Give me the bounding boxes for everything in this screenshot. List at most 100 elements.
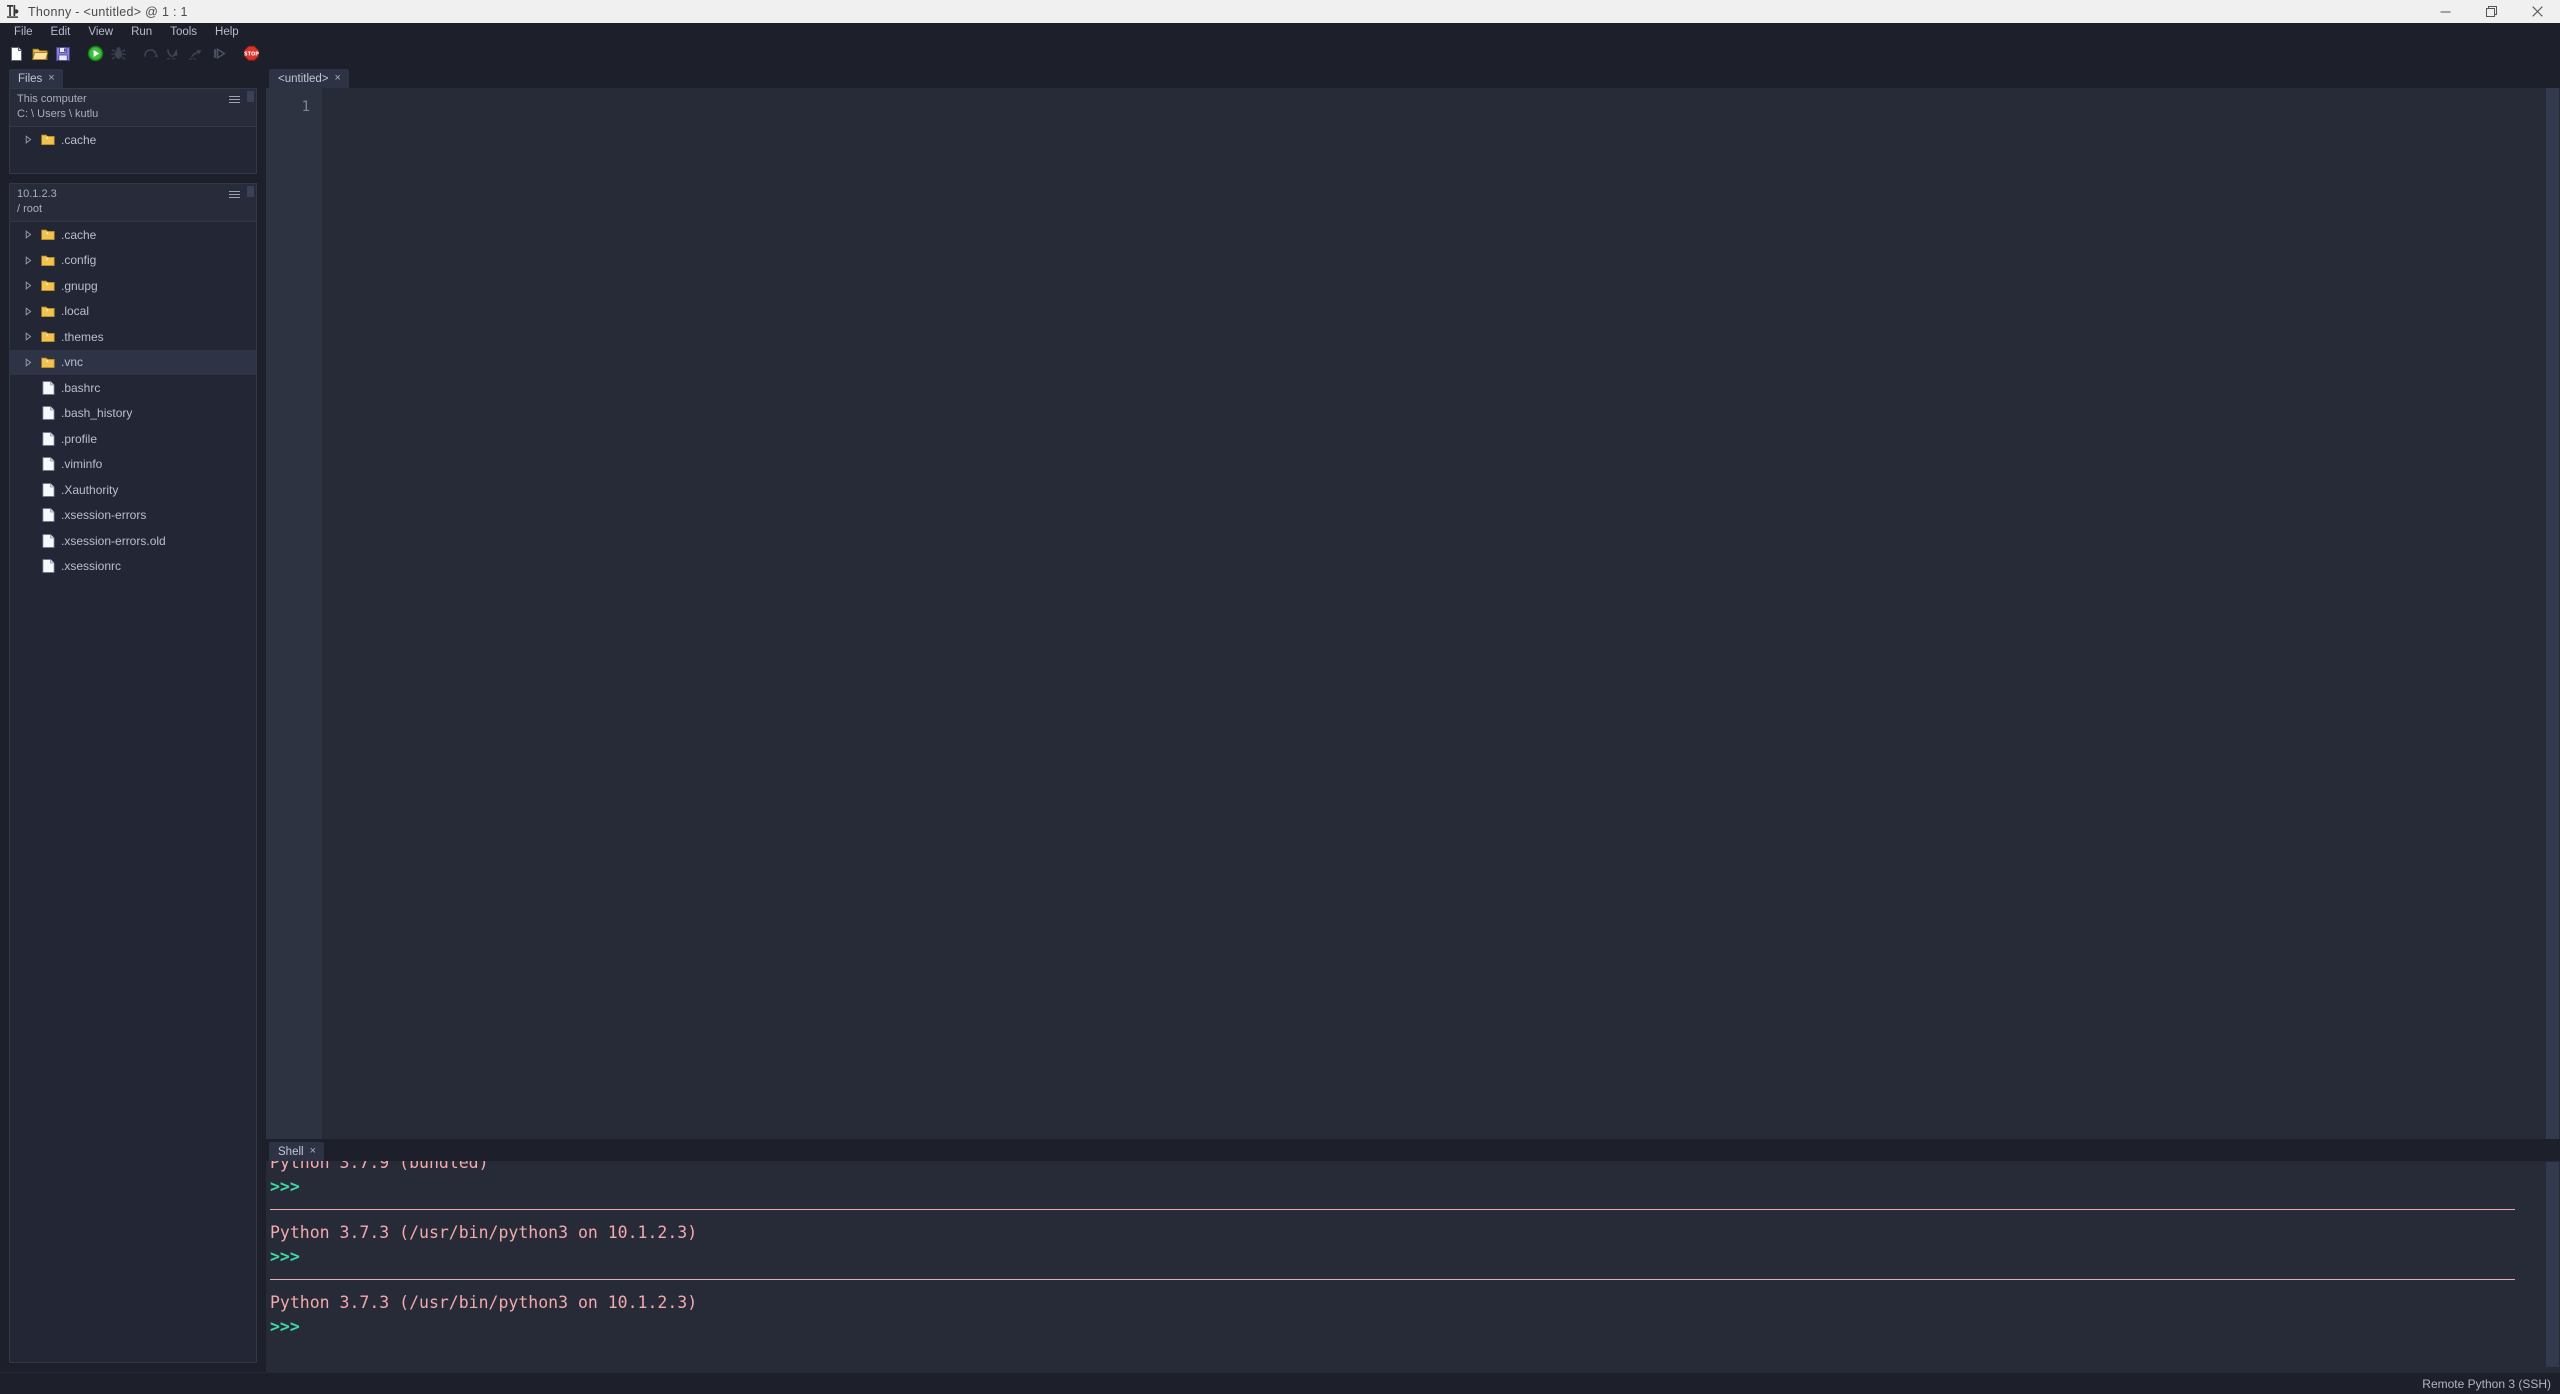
- shell-prompt[interactable]: >>>: [270, 1315, 2545, 1339]
- backend-status-label[interactable]: Remote Python 3 (SSH): [2422, 1377, 2551, 1391]
- new-file-button[interactable]: [6, 43, 28, 65]
- editor-tabstrip: <untitled> ×: [266, 66, 2560, 88]
- file-icon: [38, 457, 58, 472]
- shell-scrollbar-thumb[interactable]: [2546, 1162, 2559, 1367]
- tab-shell[interactable]: Shell ×: [269, 1142, 325, 1161]
- list-item[interactable]: .cache: [10, 127, 256, 153]
- bug-icon: [110, 45, 127, 62]
- list-item[interactable]: .bashrc: [10, 375, 256, 401]
- remote-files-header: 10.1.2.3 / root: [9, 183, 257, 222]
- maximize-restore-button[interactable]: [2468, 0, 2514, 23]
- save-file-button[interactable]: [52, 43, 74, 65]
- tab-shell-label: Shell: [278, 1145, 304, 1158]
- shell-vertical-scrollbar[interactable]: [2545, 1161, 2560, 1372]
- list-item[interactable]: .cache: [10, 222, 256, 248]
- step-out-arrow-icon: [188, 45, 205, 62]
- list-item[interactable]: .themes: [10, 324, 256, 350]
- list-item[interactable]: .vnc: [10, 349, 256, 375]
- list-item[interactable]: .profile: [10, 426, 256, 452]
- remote-files-title: 10.1.2.3: [17, 188, 57, 200]
- hamburger-menu-icon[interactable]: [229, 96, 240, 103]
- shell-banner-line: Python 3.7.3 (/usr/bin/python3 on 10.1.2…: [270, 1223, 698, 1242]
- hamburger-menu-icon[interactable]: [229, 191, 240, 198]
- files-sidebar: Files × This computer C: \ Users \ kutlu: [0, 66, 266, 1372]
- minimize-button[interactable]: [2422, 0, 2468, 23]
- close-icon[interactable]: ×: [310, 1146, 316, 1157]
- list-item[interactable]: .viminfo: [10, 452, 256, 478]
- close-icon[interactable]: ×: [48, 73, 54, 84]
- title-bar: Thonny - <untitled> @ 1 : 1: [0, 0, 2560, 23]
- menu-run[interactable]: Run: [122, 23, 161, 41]
- stop-button[interactable]: STOP: [240, 43, 262, 65]
- list-item-label: .viminfo: [61, 457, 103, 472]
- editor-vertical-scrollbar[interactable]: [2545, 88, 2560, 1139]
- local-files-path: C: \ Users \ kutlu: [17, 108, 99, 120]
- editor-body[interactable]: 1: [266, 88, 2560, 1139]
- shell-output[interactable]: Python 3.7.9 (bundled) >>> Python 3.7.3 (/…: [266, 1161, 2545, 1372]
- list-item[interactable]: .bash_history: [10, 401, 256, 427]
- list-item[interactable]: .gnupg: [10, 273, 256, 299]
- menu-edit[interactable]: Edit: [42, 23, 80, 41]
- run-button[interactable]: [84, 43, 106, 65]
- resume-button: [208, 43, 230, 65]
- local-scroll-chip[interactable]: [247, 91, 254, 102]
- tab-files[interactable]: Files ×: [9, 69, 63, 88]
- debug-button: [107, 43, 129, 65]
- menu-help[interactable]: Help: [206, 23, 248, 41]
- list-item[interactable]: .Xauthority: [10, 477, 256, 503]
- chevron-right-icon[interactable]: [24, 307, 38, 316]
- list-item-label: .vnc: [61, 355, 84, 370]
- list-item-label: .bashrc: [61, 380, 101, 395]
- folder-icon: [38, 254, 58, 267]
- menu-view[interactable]: View: [79, 23, 122, 41]
- line-number: 1: [301, 99, 310, 115]
- step-over-button: [139, 43, 161, 65]
- list-item[interactable]: .local: [10, 299, 256, 325]
- remote-file-list[interactable]: .cache .config .gnupg .local .themes .vnc .bas…: [9, 222, 257, 1363]
- list-item[interactable]: .xsession-errors.old: [10, 528, 256, 554]
- menu-bar: File Edit View Run Tools Help: [0, 23, 2560, 41]
- shell-prompt[interactable]: >>>: [270, 1245, 2545, 1269]
- chevron-right-icon[interactable]: [24, 230, 38, 239]
- editor-text-area[interactable]: [322, 88, 2545, 1139]
- list-item-label: .Xauthority: [61, 482, 119, 497]
- chevron-right-icon[interactable]: [24, 358, 38, 367]
- chevron-right-icon[interactable]: [24, 135, 38, 144]
- step-out-button: [185, 43, 207, 65]
- list-item-label: .xsessionrc: [61, 559, 122, 574]
- local-files-title: This computer: [17, 93, 87, 105]
- open-folder-icon: [31, 46, 49, 62]
- tab-untitled[interactable]: <untitled> ×: [269, 69, 349, 88]
- remote-files-path: / root: [17, 203, 43, 215]
- tab-files-label: Files: [18, 72, 43, 85]
- tab-untitled-label: <untitled>: [278, 72, 329, 85]
- chevron-right-icon[interactable]: [24, 332, 38, 341]
- shell-body[interactable]: Python 3.7.9 (bundled) >>> Python 3.7.3 (/…: [266, 1161, 2560, 1372]
- file-icon: [38, 559, 58, 574]
- list-item[interactable]: .xsessionrc: [10, 554, 256, 580]
- list-item-label: .profile: [61, 431, 98, 446]
- local-file-list[interactable]: .cache: [9, 127, 257, 174]
- list-item-label: .xsession-errors: [61, 508, 147, 523]
- toolbar: STOP: [0, 41, 2560, 66]
- remote-scroll-chip[interactable]: [247, 186, 254, 197]
- remote-file-list-inner: .cache .config .gnupg .local .themes .vnc .bas…: [10, 222, 256, 579]
- open-file-button[interactable]: [29, 43, 51, 65]
- file-icon: [38, 508, 58, 523]
- chevron-right-icon[interactable]: [24, 281, 38, 290]
- local-file-list-inner: .cache: [10, 127, 256, 153]
- list-item[interactable]: .config: [10, 248, 256, 274]
- chevron-right-icon[interactable]: [24, 256, 38, 265]
- close-button[interactable]: [2514, 0, 2560, 23]
- editor-scrollbar-thumb[interactable]: [2546, 88, 2559, 1139]
- list-item[interactable]: .xsession-errors: [10, 503, 256, 529]
- menu-file[interactable]: File: [5, 23, 42, 41]
- folder-icon: [38, 279, 58, 292]
- list-item-label: .cache: [61, 227, 97, 242]
- close-icon[interactable]: ×: [335, 73, 341, 84]
- folder-icon: [38, 356, 58, 369]
- shell-prompt[interactable]: >>>: [270, 1175, 2545, 1199]
- sidebar-tabstrip: Files ×: [0, 66, 266, 88]
- menu-tools[interactable]: Tools: [161, 23, 206, 41]
